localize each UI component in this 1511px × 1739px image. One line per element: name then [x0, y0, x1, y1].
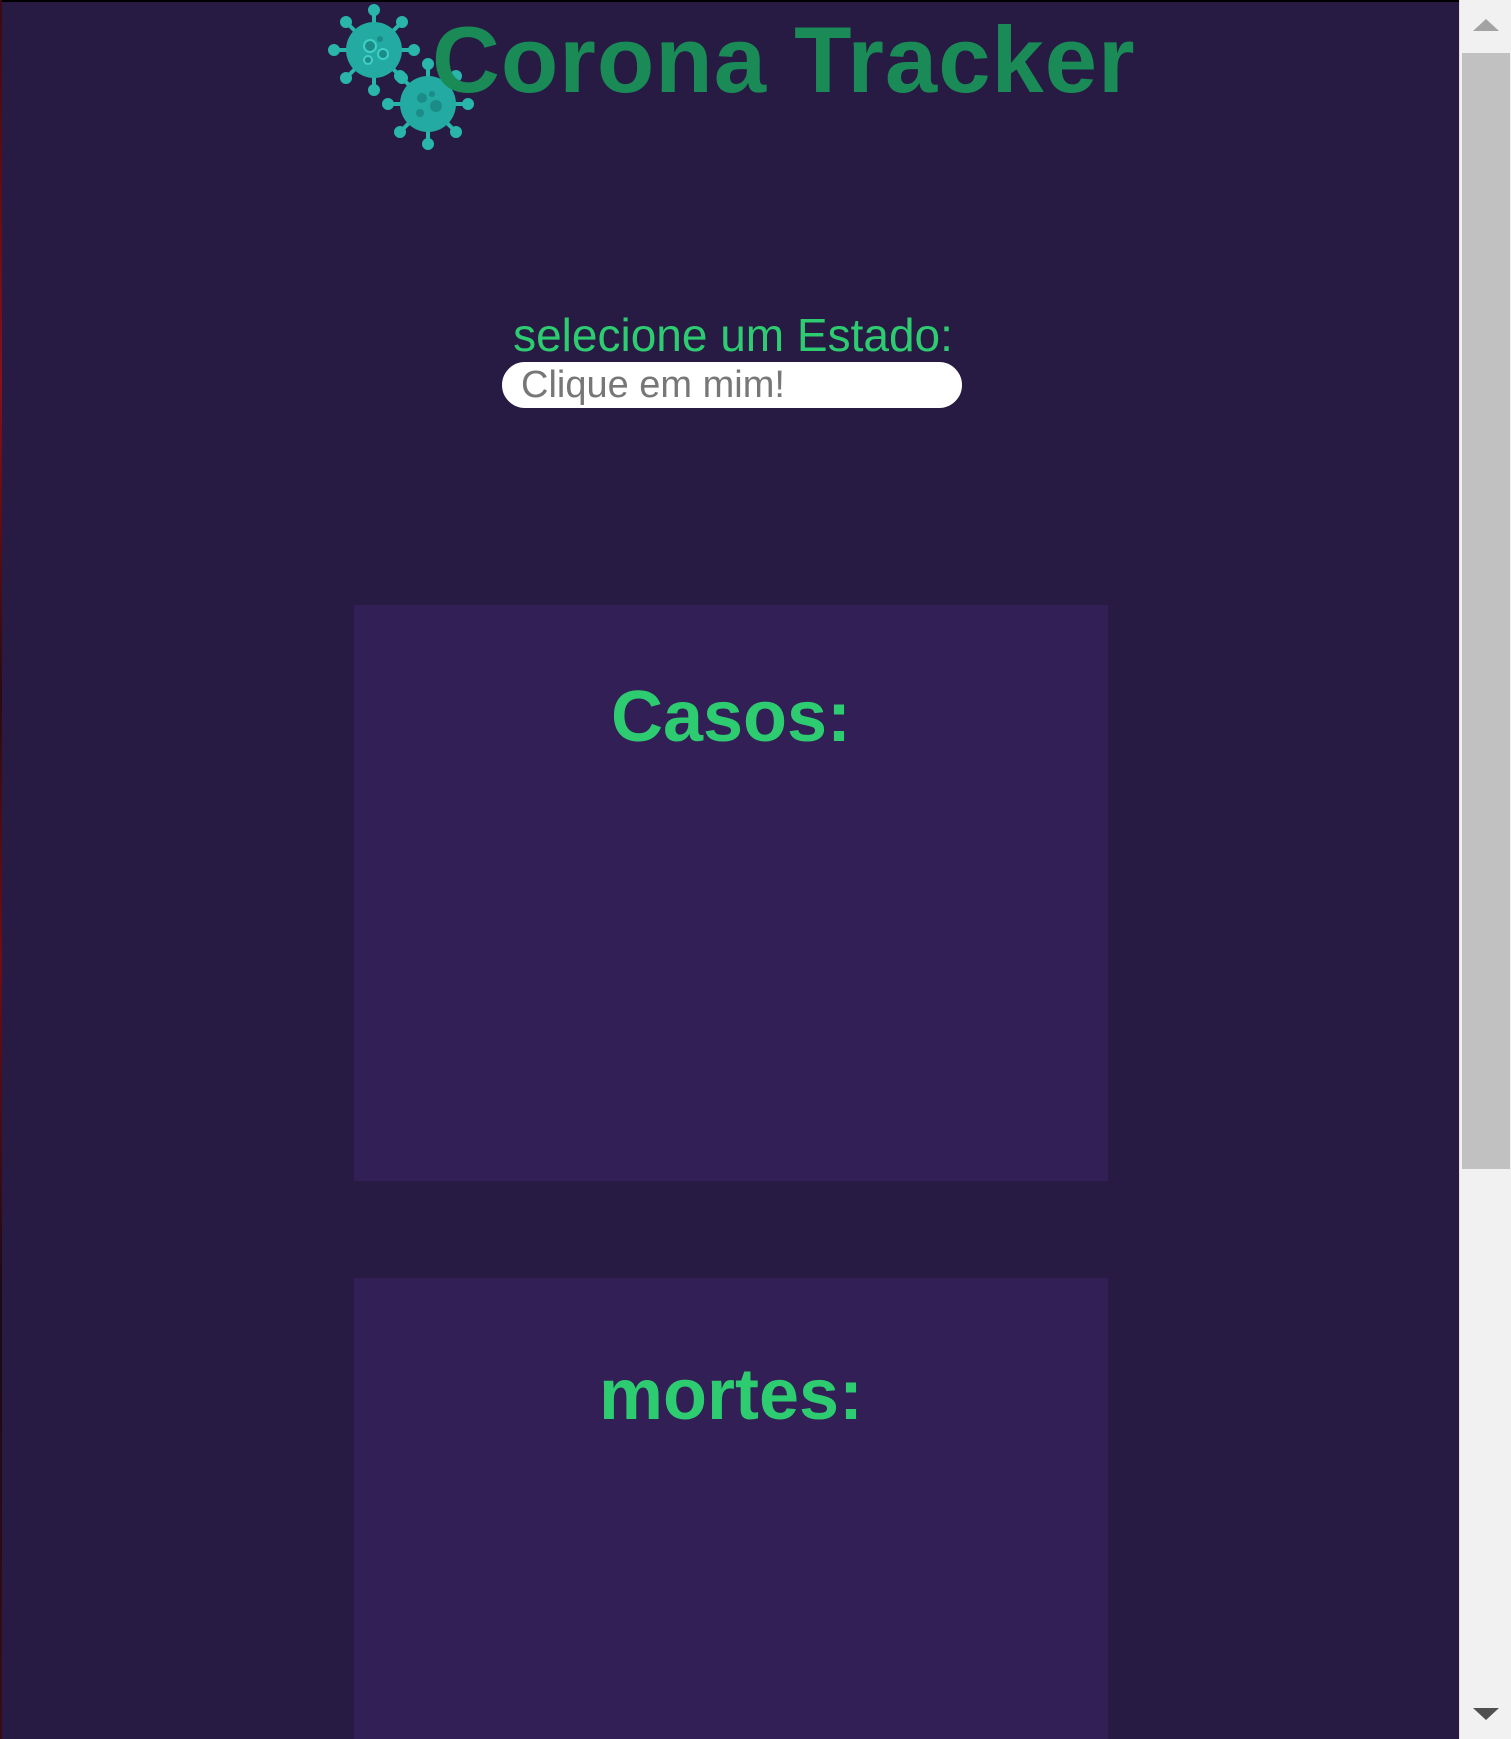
vertical-scrollbar[interactable]: [1459, 0, 1511, 1739]
deaths-title: mortes:: [598, 1355, 864, 1435]
scroll-up-button[interactable]: [1460, 0, 1511, 50]
content-area: Corona Tracker selecione um Estado: Caso…: [2, 2, 1459, 1739]
arrow-down-icon: [1473, 1708, 1499, 1720]
page: Corona Tracker selecione um Estado: Caso…: [0, 0, 1511, 1739]
page-title: Corona Tracker: [432, 7, 1136, 112]
cases-title: Casos:: [610, 677, 852, 757]
cases-value: [354, 759, 1108, 760]
arrow-up-icon: [1473, 19, 1499, 31]
scrollbar-thumb[interactable]: [1462, 53, 1510, 1169]
cases-card: Casos:: [354, 605, 1108, 1181]
state-input[interactable]: [502, 362, 962, 408]
deaths-card: mortes:: [354, 1278, 1108, 1739]
header: Corona Tracker: [2, 2, 1459, 152]
deaths-value: [354, 1437, 1108, 1438]
state-selector: selecione um Estado:: [502, 308, 964, 408]
scroll-down-button[interactable]: [1460, 1689, 1511, 1739]
state-selector-label: selecione um Estado:: [513, 309, 953, 361]
